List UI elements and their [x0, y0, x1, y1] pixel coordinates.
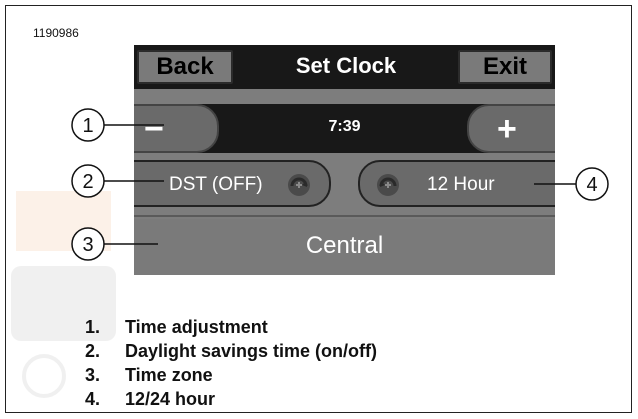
legend-item: 4. 12/24 hour	[85, 387, 377, 411]
hour-format-label: 12 Hour	[427, 174, 495, 195]
hour-format-button[interactable]: 12 Hour	[358, 160, 555, 207]
legend-text: Daylight savings time (on/off)	[125, 341, 378, 361]
exit-button[interactable]: Exit	[458, 50, 552, 84]
plus-icon: +	[497, 110, 517, 148]
figure-frame: 1190986 Back Set Clock Exit − 7:39 + DST…	[5, 5, 632, 413]
back-button[interactable]: Back	[137, 50, 233, 84]
legend-item: 2. Daylight savings time (on/off)	[85, 339, 377, 363]
callout-circle-1	[71, 108, 105, 142]
time-zone-label: Central	[305, 232, 384, 259]
legend-text: Time adjustment	[125, 317, 268, 337]
time-adjust-bar: − 7:39 +	[134, 104, 555, 153]
increase-time-button[interactable]: +	[467, 104, 555, 153]
legend-text: Time zone	[125, 365, 213, 385]
screen-title: Set Clock	[295, 53, 397, 78]
legend-number: 2.	[85, 341, 101, 361]
callout-circle-4	[575, 167, 609, 201]
legend: 1. Time adjustment 2. Daylight savings tim…	[85, 315, 377, 411]
callout-1: 1	[82, 115, 93, 137]
legend-item: 1. Time adjustment	[85, 315, 377, 339]
dst-toggle-button[interactable]: DST (OFF)	[134, 160, 331, 207]
cycle-icon	[288, 174, 310, 196]
set-clock-screen: Back Set Clock Exit − 7:39 + DST (OFF) 1…	[134, 45, 555, 275]
legend-item: 3. Time zone	[85, 363, 377, 387]
cycle-icon	[377, 174, 399, 196]
callout-4: 4	[586, 174, 597, 196]
figure-id: 1190986	[33, 26, 79, 40]
divider	[134, 215, 555, 217]
dst-label: DST (OFF)	[169, 174, 263, 195]
legend-number: 4.	[85, 389, 101, 409]
time-zone-button[interactable]: Central	[134, 219, 555, 275]
legend-text: 12/24 hour	[125, 389, 216, 409]
legend-number: 1.	[85, 317, 101, 337]
legend-number: 3.	[85, 365, 101, 385]
top-bar: Back Set Clock Exit	[134, 45, 555, 89]
